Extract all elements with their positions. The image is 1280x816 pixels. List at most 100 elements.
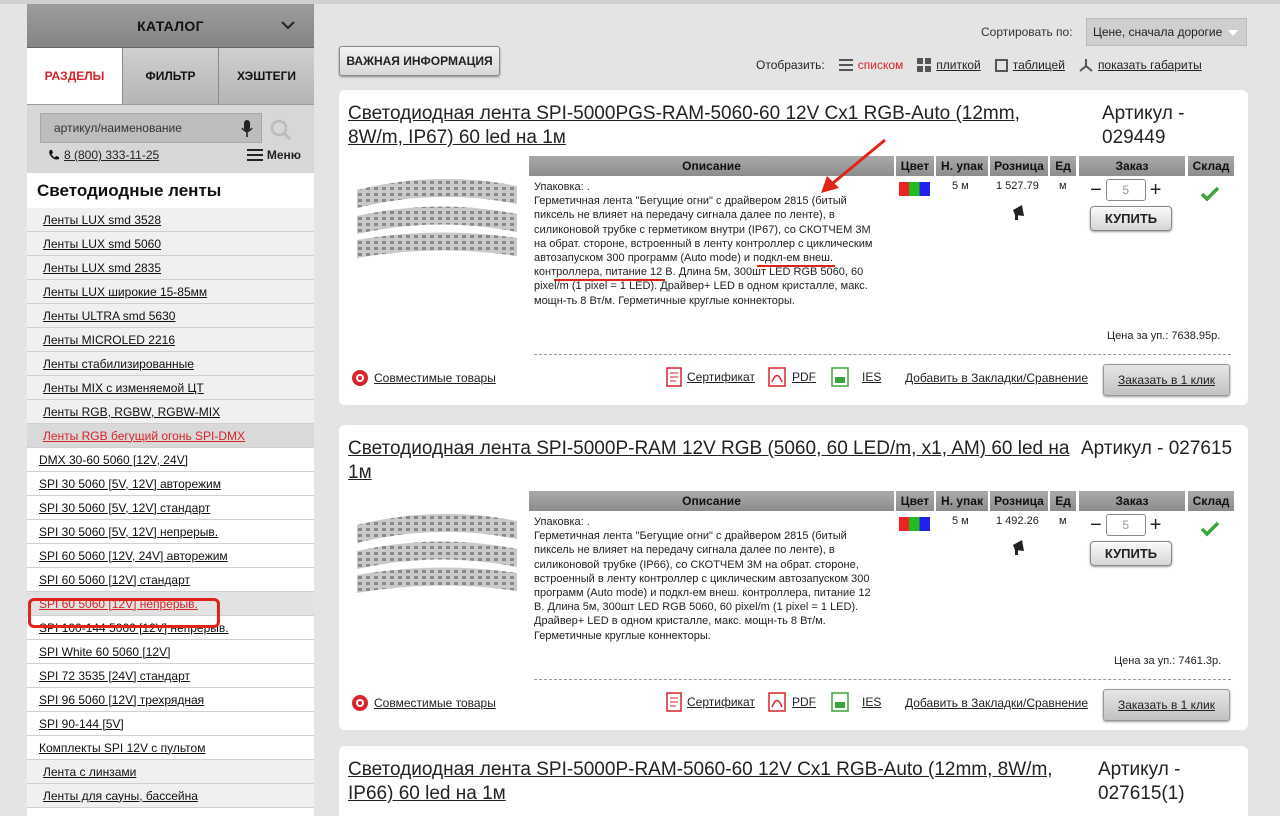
nav-item[interactable]: Лента с линзами [27,760,314,784]
search-input[interactable] [54,121,234,135]
col-color: Цвет [896,156,934,176]
product-image[interactable] [357,168,517,268]
bookmarks-link[interactable]: Добавить в Закладки/Сравнение [905,696,1088,710]
certificate-link[interactable]: Сертификат [666,692,755,712]
view-dims-option[interactable]: показать габариты [1079,58,1202,72]
sidebar-tabs: РАЗДЕЛЫ ФИЛЬТР ХЭШТЕГИ [27,48,314,105]
nav-item-active-category[interactable]: Ленты RGB бегущий огонь SPI-DMX [27,424,314,448]
sort-label: Сортировать по: [981,25,1073,39]
ies-label: IES [862,695,882,709]
tab-hashtags[interactable]: ХЭШТЕГИ [218,48,314,104]
nav-subitem[interactable]: SPI 90-144 [5V] [27,712,314,736]
unit: м [1059,515,1067,527]
col-color: Цвет [896,491,934,511]
nav-item[interactable]: Ленты LUX smd 5060 [27,232,314,256]
table-icon [994,58,1008,72]
quantity-input[interactable]: 5 [1105,514,1146,536]
pdf-label: PDF [792,370,816,384]
product-listing: Сортировать по: Цене, сначала дорогие ВА… [314,4,1280,816]
menu-button[interactable]: Меню [246,148,301,162]
nav-item[interactable]: Ленты LUX smd 2835 [27,256,314,280]
nav-subitem[interactable]: Комплекты SPI 12V с пультом [27,736,314,760]
nav-subitem[interactable]: SPI 30 5060 [5V, 12V] стандарт [27,496,314,520]
decrement-button[interactable]: − [1090,515,1102,535]
ies-label: IES [862,370,882,384]
pack-qty: 5 м [952,515,969,527]
increment-button[interactable]: + [1150,515,1162,535]
megaphone-icon[interactable] [1010,537,1030,557]
nav-subitem[interactable]: SPI 72 3535 [24V] стандарт [27,664,314,688]
megaphone-icon[interactable] [1010,202,1030,222]
chevron-down-icon[interactable] [280,17,296,33]
nav-subitem[interactable]: DMX 30-60 5060 [12V, 24V] [27,448,314,472]
nav-item[interactable]: Ленты RGB, RGBW, RGBW-MIX [27,400,314,424]
product-image[interactable] [357,503,517,603]
nav-subitem[interactable]: SPI 30 5060 [5V, 12V] авторежим [27,472,314,496]
dropdown-arrow-icon [1228,30,1238,36]
rgb-color-swatch [899,182,930,196]
view-tiles-option[interactable]: плиткой [917,58,981,72]
menu-label: Меню [266,148,301,162]
nav-item[interactable]: Ленты LUX широкие 15-85мм [27,280,314,304]
underline-annotation [757,265,835,267]
nav-subitem[interactable]: SPI 96 5060 [12V] трехрядная [27,688,314,712]
important-info-button[interactable]: ВАЖНАЯ ИНФОРМАЦИЯ [339,46,500,76]
view-list-option[interactable]: списком [838,58,904,72]
col-stock: Склад [1188,156,1234,176]
pdf-link[interactable]: PDF [767,692,816,712]
order-one-click-button[interactable]: Заказать в 1 клик [1103,689,1230,721]
tiles-icon [917,58,932,72]
product-card: Светодиодная лента SPI-5000P-RAM 12V RGB… [339,425,1248,730]
product-description: Упаковка: . Герметичная лента "Бегущие о… [534,181,873,307]
nav-item[interactable]: Ленты LUX smd 3528 [27,208,314,232]
phone-icon [49,150,59,160]
nav-subitem[interactable]: SPI White 60 5060 [12V] [27,640,314,664]
catalog-header[interactable]: КАТАЛОГ [27,4,314,48]
product-title[interactable]: Светодиодная лента SPI-5000PGS-RAM-5060-… [348,102,1078,150]
compatible-products-link[interactable]: Совместимые товары [351,694,496,712]
ies-icon [831,692,849,712]
in-stock-check-icon [1200,186,1220,202]
buy-button[interactable]: КУПИТЬ [1090,206,1172,231]
nav-subitem[interactable]: SPI 60 5060 [12V] стандарт [27,568,314,592]
nav-item[interactable]: Ленты стабилизированные [27,352,314,376]
product-title[interactable]: Светодиодная лента SPI-5000P-RAM-5060-60… [348,758,1078,806]
order-one-click-button[interactable]: Заказать в 1 клик [1103,364,1230,396]
ies-link[interactable]: IES [831,692,881,712]
pdf-icon [768,367,786,387]
nav-item[interactable]: Ленты MICROLED 2216 [27,328,314,352]
bookmarks-link[interactable]: Добавить в Закладки/Сравнение [905,371,1088,385]
buy-button[interactable]: КУПИТЬ [1090,541,1172,566]
nav-item[interactable]: Ленты для сауны, бассейна [27,784,314,808]
view-list-label: списком [857,58,904,72]
view-table-label: таблицей [1012,58,1065,72]
view-tiles-label: плиткой [936,58,981,72]
search-icon[interactable] [270,119,292,141]
nav-subitem[interactable]: SPI 30 5060 [5V, 12V] непрерыв. [27,520,314,544]
product-sku: Артикул - 027615 [1081,438,1233,459]
compatible-products-link[interactable]: Совместимые товары [351,369,496,387]
product-card: Светодиодная лента SPI-5000P-RAM-5060-60… [339,746,1248,816]
nav-item[interactable]: Ленты ULTRA smd 5630 [27,304,314,328]
sort-select[interactable]: Цене, сначала дорогие [1086,18,1247,46]
phone-link[interactable]: 8 (800) 333-11-25 [48,148,159,162]
divider [534,679,1231,680]
product-title[interactable]: Светодиодная лента SPI-5000P-RAM 12V RGB… [348,437,1078,485]
decrement-button[interactable]: − [1090,180,1102,200]
unit: м [1059,180,1067,192]
ies-link[interactable]: IES [831,367,881,387]
tab-sections[interactable]: РАЗДЕЛЫ [27,48,122,104]
nav-item[interactable]: Ленты MIX с изменяемой ЦТ [27,376,314,400]
product-description: Упаковка: . Герметичная лента "Бегущие о… [534,516,871,642]
col-unit: Ед [1050,156,1076,176]
increment-button[interactable]: + [1150,180,1162,200]
view-table-option[interactable]: таблицей [994,58,1065,72]
retail-price: 1 492.26 [996,515,1039,527]
pdf-link[interactable]: PDF [767,367,816,387]
quantity-input[interactable]: 5 [1105,179,1146,201]
microphone-icon[interactable] [241,120,253,138]
nav-subitem[interactable]: SPI 60 5060 [12V, 24V] авторежим [27,544,314,568]
col-pack: Н. упак [936,491,988,511]
certificate-link[interactable]: Сертификат [666,367,755,387]
tab-filter[interactable]: ФИЛЬТР [122,48,218,104]
